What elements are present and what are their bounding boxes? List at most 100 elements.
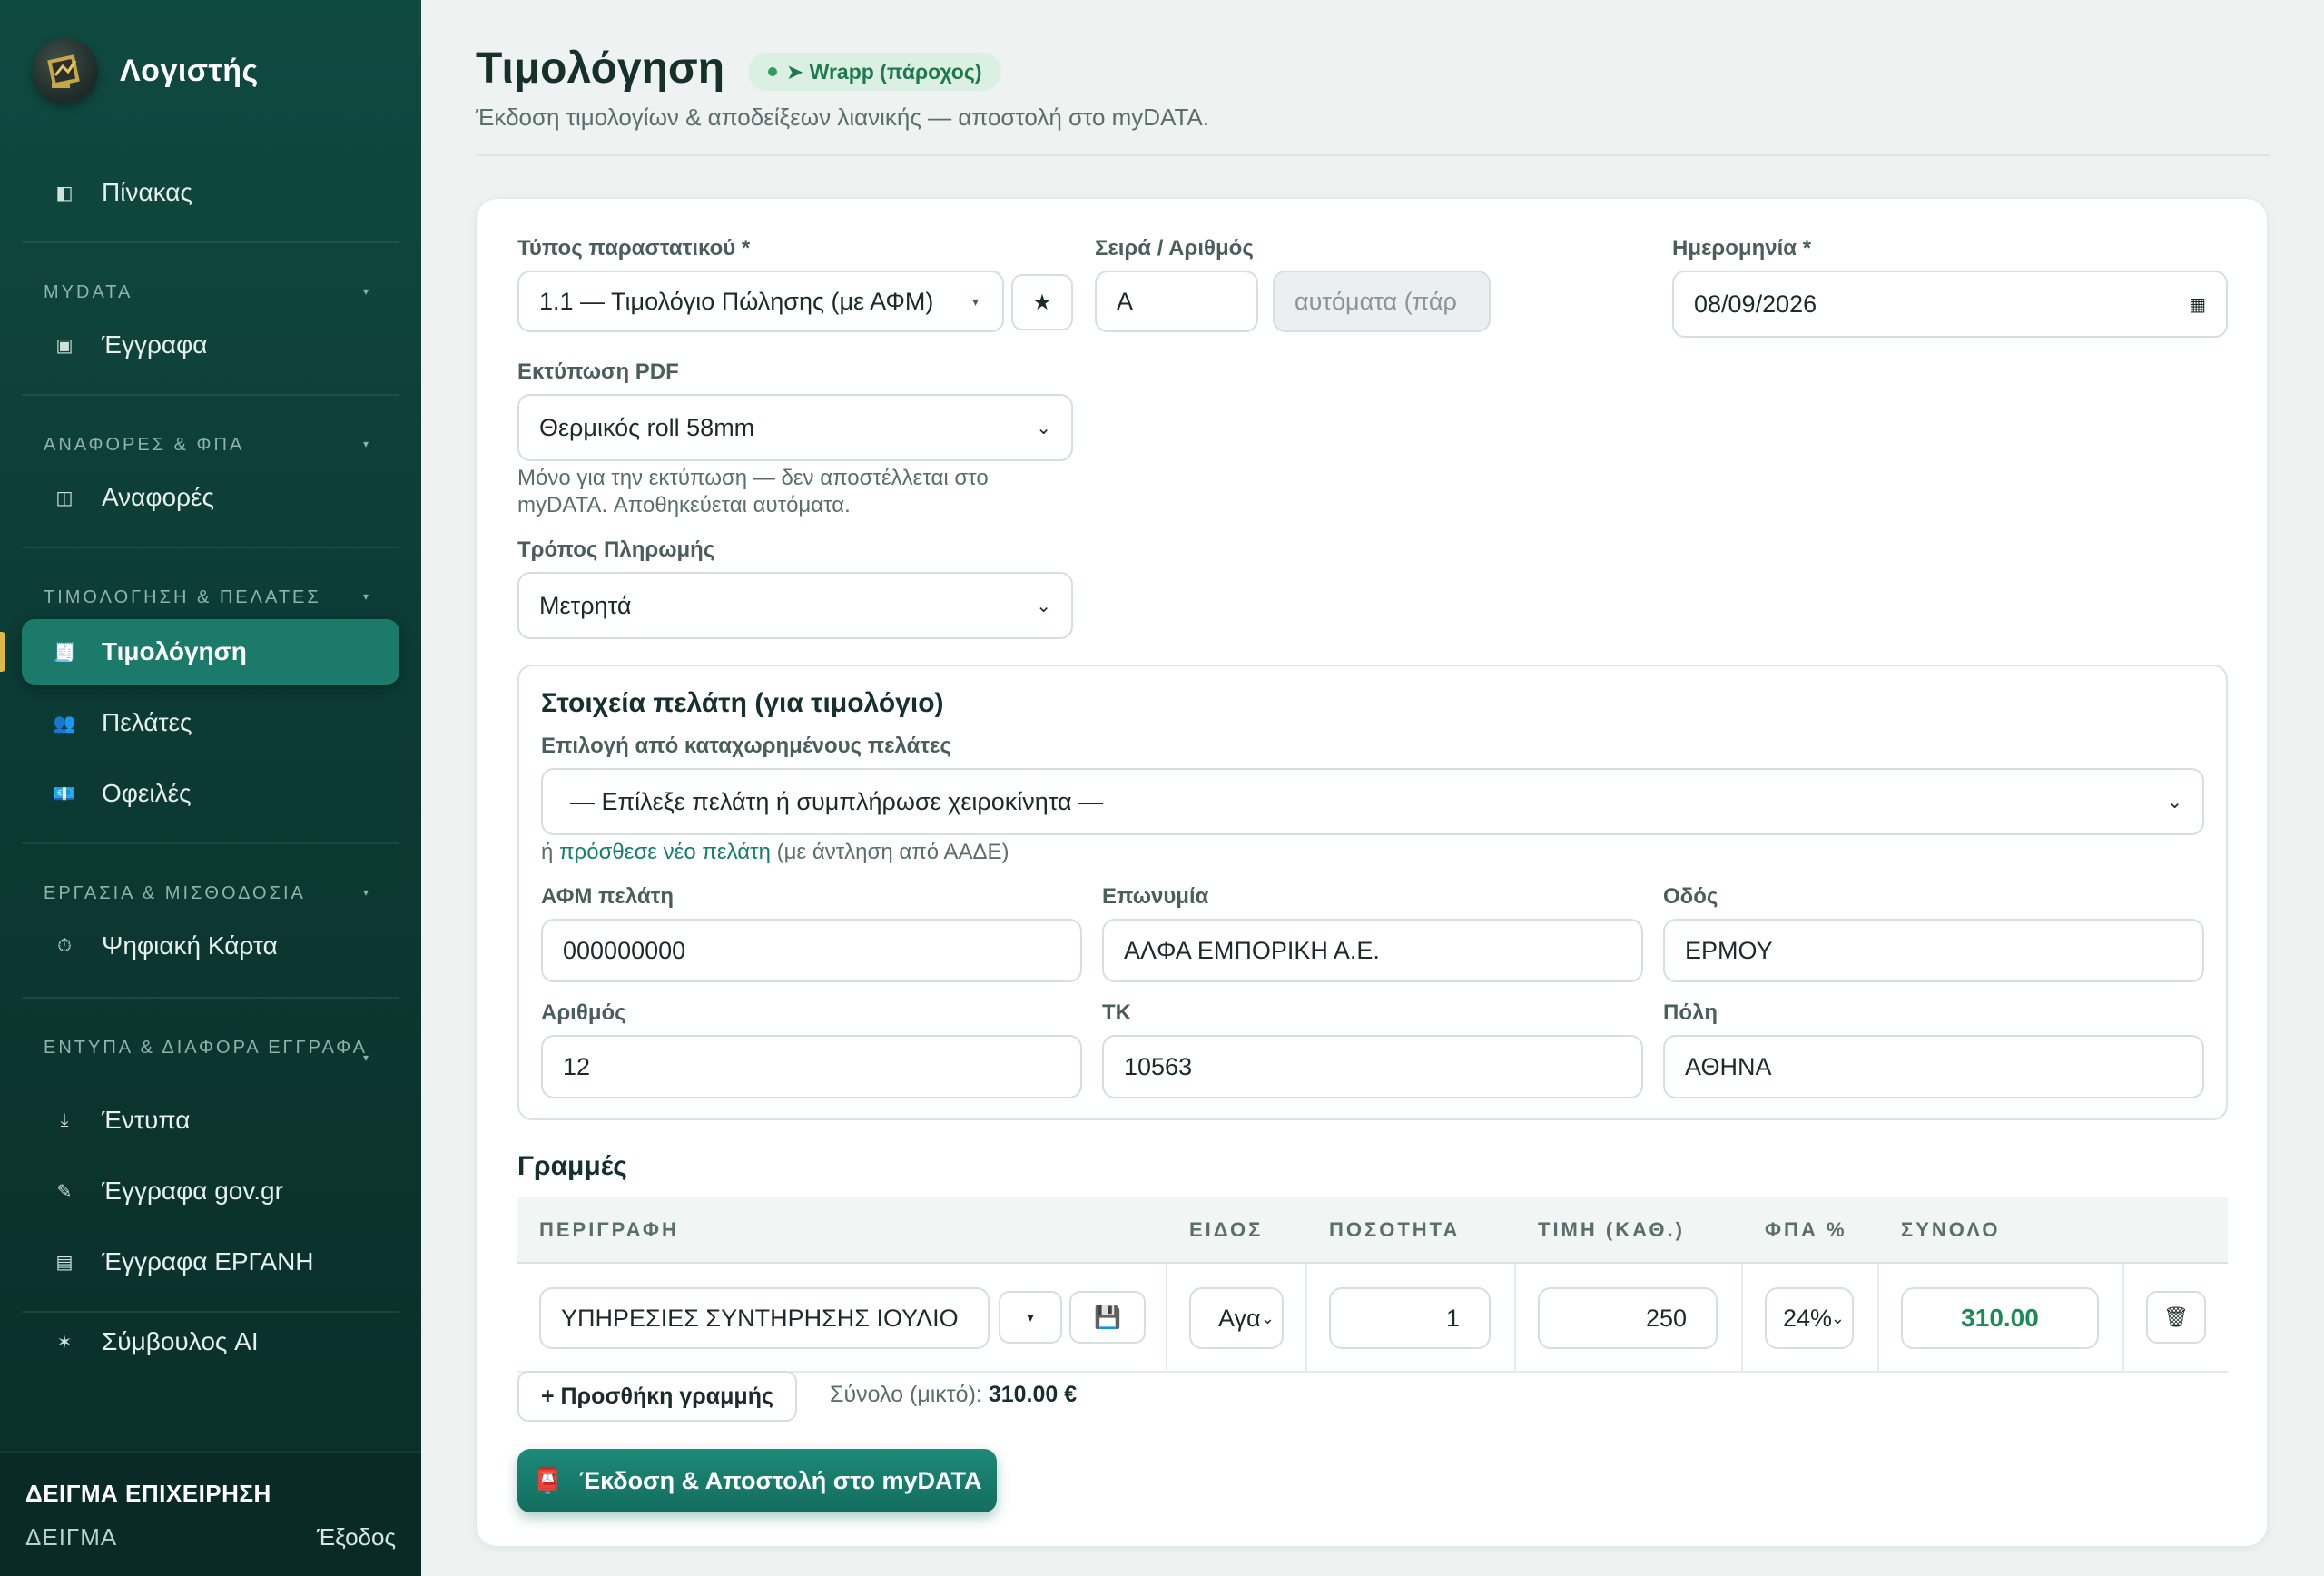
divider (1877, 1264, 1879, 1373)
pdf-hint: Μόνο για την εκτύπωση — δεν αποστέλλεται… (517, 466, 989, 517)
sidebar-item-label: Έγγραφα (102, 330, 208, 359)
add-line-button[interactable]: + Προσθήκη γραμμής (517, 1371, 797, 1422)
trash-icon: 🗑 (2163, 1305, 2189, 1328)
price-input[interactable]: 250 (1538, 1287, 1718, 1349)
divider (22, 241, 399, 243)
number-placeholder: αυτόματα (πάρ (1295, 287, 1457, 315)
customer-section-title: Στοιχεία πελάτη (για τιμολόγιο) (541, 688, 944, 718)
chevron-down-icon[interactable]: ▾ (363, 285, 369, 298)
street-input[interactable]: ΕΡΜΟΥ (1663, 919, 2204, 982)
sidebar-item-ergani[interactable]: ▤ Έγγραφα ΕΡΓΑΝΗ (22, 1229, 399, 1295)
pdf-format-select[interactable]: Θερμικός roll 58mm ⌄ (517, 394, 1073, 461)
chevron-down-icon[interactable]: ▾ (363, 590, 369, 603)
or-text: ή (541, 840, 554, 864)
provider-badge: ➤ Wrapp (πάροχος) (748, 53, 1002, 91)
add-customer-suffix: (με άντληση από ΑΑΔΕ) (776, 840, 1009, 864)
city-input[interactable]: ΑΘΗΝΑ (1663, 1035, 2204, 1098)
pdf-label: Εκτύπωση PDF (517, 360, 679, 384)
doc-type-value: 1.1 — Τιμολόγιο Πώλησης (με ΑΦΜ) (539, 287, 934, 315)
sidebar-item-customers[interactable]: 👥 Πελάτες (22, 690, 399, 755)
add-customer-link[interactable]: πρόσθεσε νέο πελάτη (559, 840, 771, 864)
chevron-down-icon[interactable]: ▾ (363, 886, 369, 899)
description-input[interactable]: ΥΠΗΡΕΣΙΕΣ ΣΥΝΤΗΡΗΣΗΣ ΙΟΥΛΙΟ (539, 1287, 990, 1349)
table-row: ΥΠΗΡΕΣΙΕΣ ΣΥΝΤΗΡΗΣΗΣ ΙΟΥΛΙΟ ▾ 💾 Αγα ⌄ 1 … (517, 1264, 2228, 1373)
group-label-forms[interactable]: ΕΝΤΥΠΑ & ΔΙΑΦΟΡΑ ΕΓΓΡΑΦΑ (44, 1037, 379, 1059)
group-label-reports[interactable]: ΑΝΑΦΟΡΕΣ & ΦΠΑ (44, 434, 379, 456)
sidebar-item-forms[interactable]: ⤓ Έντυπα (22, 1088, 399, 1153)
logout-link[interactable]: Έξοδος (317, 1523, 396, 1551)
dashboard-icon: ◧ (55, 182, 74, 203)
logo-icon (33, 38, 98, 103)
chevron-down-icon: ▾ (971, 293, 979, 309)
payment-select[interactable]: Μετρητά ⌄ (517, 572, 1073, 639)
group-label-invoicing[interactable]: ΤΙΜΟΛΟΓΗΣΗ & ΠΕΛΑΤΕΣ (44, 586, 379, 608)
gross-total: Σύνολο (μικτό): 310.00 € (830, 1382, 1077, 1408)
column-header: ΦΠΑ % (1765, 1218, 1847, 1241)
sidebar-item-invoicing[interactable]: 🧾 Τιμολόγηση (22, 619, 399, 685)
brand[interactable]: Λογιστής (33, 38, 259, 103)
divider (22, 997, 399, 999)
divider (1305, 1264, 1307, 1373)
favorite-button[interactable]: ★ (1011, 274, 1073, 330)
group-label-work[interactable]: ΕΡΓΑΣΙΑ & ΜΙΣΘΟΔΟΣΙΑ (44, 882, 379, 904)
number-input: αυτόματα (πάρ (1273, 271, 1491, 332)
sidebar-item-documents[interactable]: ▣ Έγγραφα (22, 312, 399, 378)
city-label: Πόλη (1663, 1000, 1718, 1025)
gross-total-value: 310.00 € (988, 1382, 1078, 1407)
sidebar-item-label: Έντυπα (102, 1106, 191, 1134)
people-icon: 👥 (53, 713, 76, 734)
submit-mydata-button[interactable]: 📮 Έκδοση & Αποστολή στο myDATA (517, 1449, 997, 1512)
divider (2122, 1264, 2124, 1373)
vat-select[interactable]: 24% ⌄ (1765, 1287, 1854, 1349)
sidebar-item-label: Πίνακας (102, 178, 192, 206)
kind-value: Αγα (1218, 1304, 1261, 1332)
company-name-value: ΑΛΦΑ ΕΜΠΟΡΙΚΗ Α.Ε. (1124, 936, 1380, 964)
zip-input[interactable]: 10563 (1102, 1035, 1643, 1098)
column-header: ΤΙΜΗ (ΚΑΘ.) (1538, 1218, 1685, 1241)
kind-select[interactable]: Αγα ⌄ (1189, 1287, 1284, 1349)
sidebar-item-dashboard[interactable]: ◧ Πίνακας (22, 160, 399, 225)
pen-icon: ✎ (56, 1181, 73, 1202)
sidebar-item-debts[interactable]: 💶 Οφειλές (22, 761, 399, 826)
divider (22, 394, 399, 396)
group-label-mydata[interactable]: MYDATA (44, 281, 379, 303)
street-value: ΕΡΜΟΥ (1685, 936, 1773, 964)
chevron-down-icon[interactable]: ▾ (363, 438, 369, 450)
series-input[interactable]: A (1095, 271, 1258, 332)
customer-select[interactable]: — Επίλεξε πελάτη ή συμπλήρωσε χειροκίνητ… (541, 768, 2204, 835)
send-icon: 📮 (532, 1467, 564, 1494)
brand-name: Λογιστής (120, 53, 259, 88)
divider (22, 842, 399, 844)
street-number-label: Αριθμός (541, 1000, 626, 1025)
active-indicator (0, 632, 5, 672)
description-dropdown-button[interactable]: ▾ (999, 1291, 1062, 1344)
vat-value: 24% (1783, 1304, 1833, 1332)
street-number-input[interactable]: 12 (541, 1035, 1082, 1098)
series-label: Σειρά / Αριθμός (1095, 236, 1254, 261)
delete-line-button[interactable]: 🗑 (2146, 1291, 2206, 1344)
save-item-button[interactable]: 💾 (1069, 1291, 1146, 1344)
sidebar-item-label: Τιμολόγηση (102, 637, 247, 665)
doc-type-label: Τύπος παραστατικού * (517, 236, 751, 261)
quantity-input[interactable]: 1 (1329, 1287, 1491, 1349)
sidebar-item-ai-advisor[interactable]: ✶ Σύμβουλος AI (22, 1309, 399, 1374)
sidebar-item-label: Ψηφιακή Κάρτα (102, 931, 278, 960)
invoice-icon: 🧾 (53, 642, 76, 663)
star-icon: ★ (1032, 290, 1052, 315)
money-icon: 💶 (53, 783, 76, 804)
lines-title: Γραμμές (517, 1151, 627, 1181)
sidebar-item-digital-card[interactable]: ⏱ Ψηφιακή Κάρτα (22, 913, 399, 979)
afm-input[interactable]: 000000000 (541, 919, 1082, 982)
sidebar-item-govgr[interactable]: ✎ Έγγραφα gov.gr (22, 1158, 399, 1224)
chevron-down-icon[interactable]: ▾ (363, 1051, 369, 1064)
calendar-icon[interactable]: ▦ (2189, 293, 2206, 316)
line-total: 310.00 (1901, 1287, 2099, 1349)
customer-select-label: Επιλογή από καταχωρημένους πελάτες (541, 734, 951, 758)
company-name-input[interactable]: ΑΛΦΑ ΕΜΠΟΡΙΚΗ Α.Ε. (1102, 919, 1643, 982)
sidebar-item-reports[interactable]: ◫ Αναφορές (22, 465, 399, 530)
reports-icon: ◫ (55, 488, 74, 508)
doc-type-select[interactable]: 1.1 — Τιμολόγιο Πώλησης (με ΑΦΜ) ▾ (517, 271, 1004, 332)
stopwatch-icon: ⏱ (57, 935, 72, 956)
date-input[interactable]: 08/09/2026 ▦ (1672, 271, 2228, 338)
sidebar-item-label: Πελάτες (102, 708, 192, 736)
